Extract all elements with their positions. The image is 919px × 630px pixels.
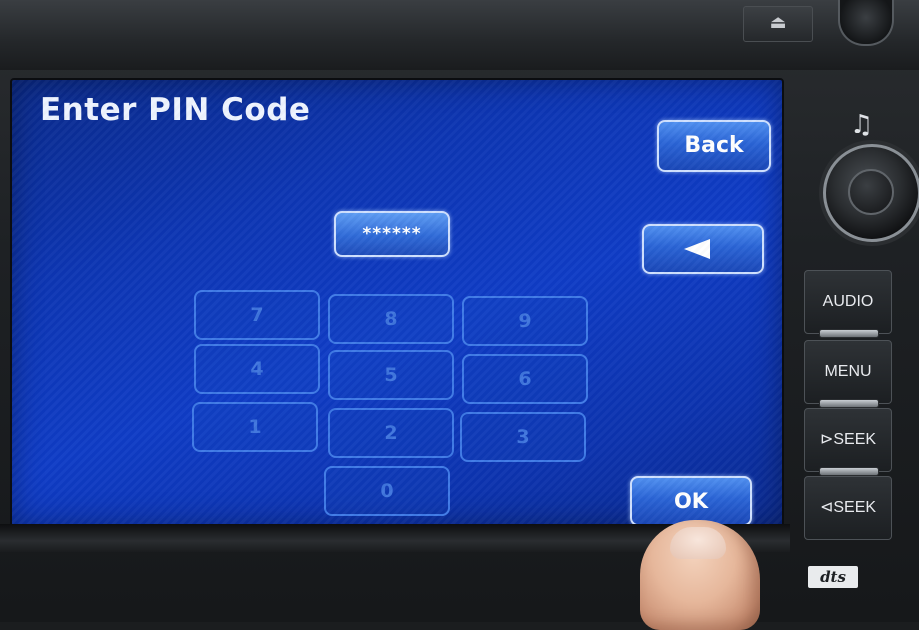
keypad-key-4[interactable]: 4	[194, 344, 320, 394]
top-knob[interactable]	[838, 0, 894, 46]
seek-forward-label: ⊳SEEK	[819, 431, 877, 448]
keypad-key-0[interactable]: 0	[324, 466, 450, 516]
keypad-key-8[interactable]: 8	[328, 294, 454, 344]
keypad-key-7[interactable]: 7	[194, 290, 320, 340]
seek-back-button[interactable]: ⊲SEEK	[804, 476, 892, 540]
left-arrow-icon	[684, 239, 710, 259]
music-note-icon: ♫	[850, 110, 874, 140]
audio-button-label: AUDIO	[822, 293, 874, 310]
page-title: Enter PIN Code	[40, 92, 311, 128]
dts-logo: dts	[808, 566, 858, 588]
button-divider	[819, 467, 879, 476]
pin-display: ******	[334, 211, 450, 257]
audio-button[interactable]: AUDIO	[804, 270, 892, 338]
eject-icon: ⏏	[769, 12, 787, 33]
keypad-key-3[interactable]: 3	[460, 412, 586, 462]
keypad-key-5[interactable]: 5	[328, 350, 454, 400]
keypad-key-2[interactable]: 2	[328, 408, 454, 458]
tune-knob[interactable]	[823, 144, 919, 242]
button-divider	[819, 329, 879, 338]
seek-forward-button[interactable]: ⊳SEEK	[804, 408, 892, 476]
keypad-key-1[interactable]: 1	[192, 402, 318, 452]
keypad-key-9[interactable]: 9	[462, 296, 588, 346]
fingernail	[670, 527, 726, 559]
ok-button[interactable]: OK	[630, 476, 752, 525]
menu-button-label: MENU	[824, 363, 872, 380]
keypad-key-6[interactable]: 6	[462, 354, 588, 404]
back-button[interactable]: Back	[657, 120, 771, 172]
backspace-button[interactable]	[642, 224, 764, 274]
eject-button[interactable]: ⏏	[743, 6, 813, 42]
button-divider	[819, 399, 879, 408]
seek-back-label: ⊲SEEK	[819, 499, 877, 516]
menu-button[interactable]: MENU	[804, 340, 892, 408]
touch-screen: Enter PIN Code Back ****** 7 8 9 4 5 6 1…	[10, 78, 784, 527]
